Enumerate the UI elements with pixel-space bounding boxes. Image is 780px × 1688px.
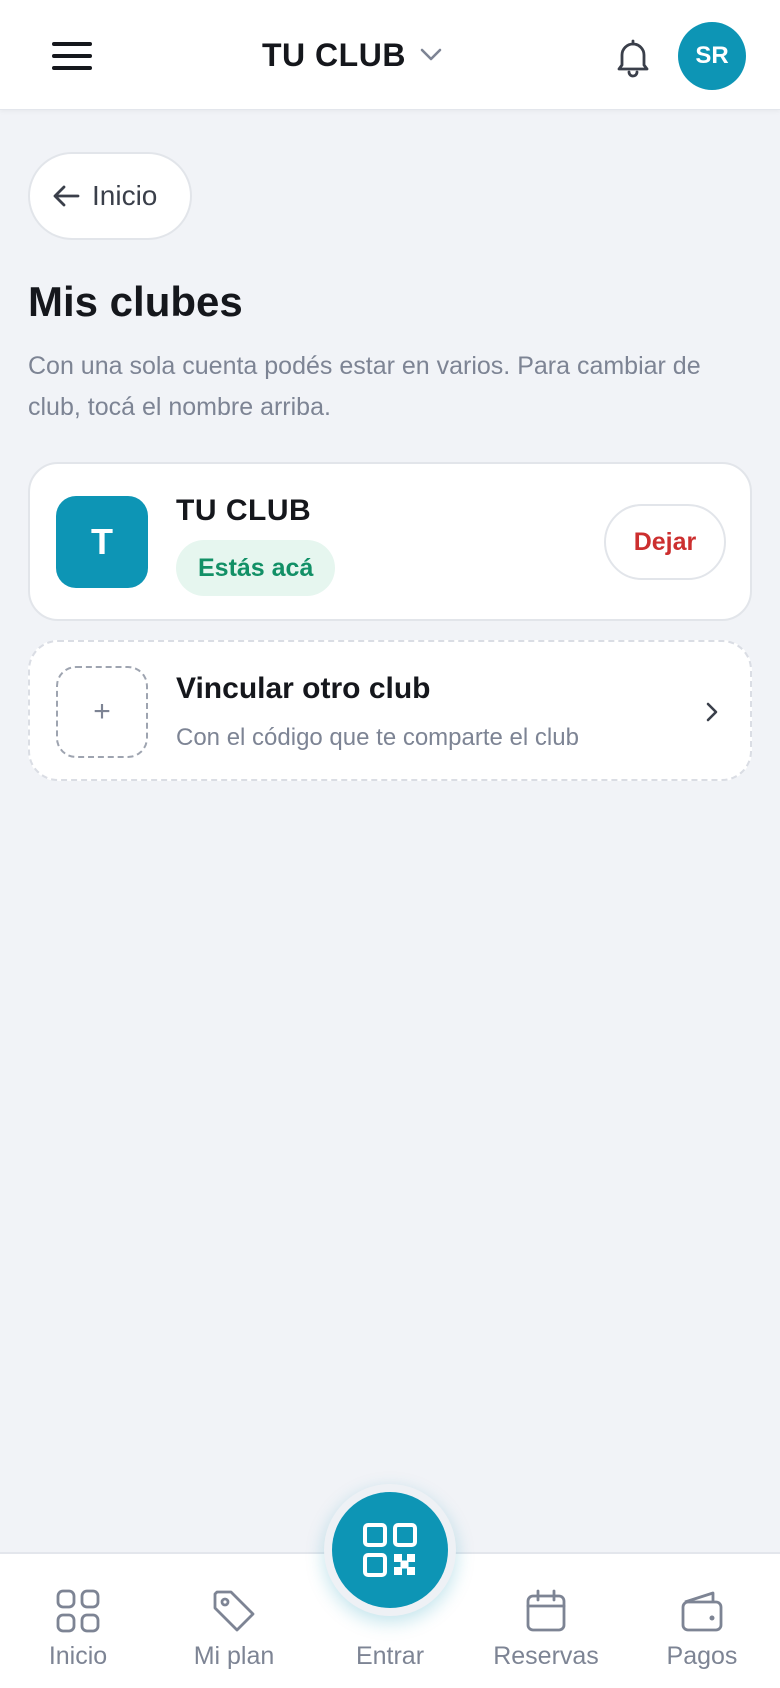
club-logo: T	[56, 496, 148, 588]
chevron-right-icon	[706, 702, 718, 722]
nav-item-inicio[interactable]: Inicio	[0, 1554, 156, 1688]
qr-code-icon	[363, 1523, 417, 1577]
nav-item-reservas[interactable]: Reservas	[468, 1554, 624, 1688]
back-button[interactable]: Inicio	[28, 152, 192, 240]
page-description: Con una sola cuenta podés estar en vario…	[28, 352, 701, 421]
hamburger-menu-icon[interactable]	[46, 36, 98, 76]
club-card: T TU CLUB Estás acá Dejar	[28, 462, 752, 621]
calendar-icon	[526, 1589, 566, 1632]
nav-label-inicio: Inicio	[48, 1642, 108, 1670]
bell-icon[interactable]	[610, 34, 656, 80]
leave-club-button[interactable]: Dejar	[604, 504, 726, 580]
nav-item-pagos[interactable]: Pagos	[624, 1554, 780, 1688]
chevron-down-icon	[420, 48, 442, 61]
link-club-subtitle: Con el código que te comparte el club	[176, 724, 579, 751]
wallet-icon	[681, 1591, 723, 1632]
qr-entry-button[interactable]	[332, 1492, 448, 1608]
back-button-label: Inicio	[92, 180, 158, 211]
current-club-badge: Estás acá	[176, 540, 336, 596]
nav-label-pagos: Pagos	[666, 1642, 738, 1670]
club-card-name: TU CLUB	[176, 494, 312, 527]
club-switcher[interactable]: TU CLUB	[262, 34, 442, 76]
top-bar: TU CLUB SR	[0, 0, 780, 110]
nav-label-entrar: Entrar	[355, 1642, 425, 1670]
nav-label-reservas: Reservas	[493, 1642, 599, 1670]
nav-item-mi-plan[interactable]: Mi plan	[156, 1554, 312, 1688]
avatar[interactable]: SR	[678, 22, 746, 90]
nav-label-mi-plan: Mi plan	[193, 1642, 275, 1670]
tag-icon	[213, 1590, 255, 1632]
page-title: Mis clubes	[28, 278, 243, 325]
arrow-left-icon	[53, 185, 80, 207]
grid-icon	[56, 1589, 100, 1633]
plus-icon: +	[56, 666, 148, 758]
link-club-card[interactable]: + Vincular otro club Con el código que t…	[28, 640, 752, 781]
club-switcher-name[interactable]: TU CLUB	[262, 37, 406, 74]
link-club-title: Vincular otro club	[176, 672, 431, 705]
